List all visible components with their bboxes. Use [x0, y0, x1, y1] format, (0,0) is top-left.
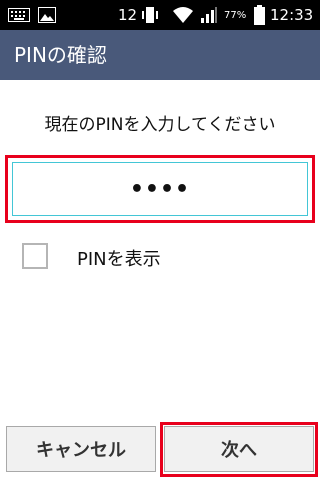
- next-button[interactable]: 次へ: [164, 426, 314, 472]
- signal-icon: [200, 0, 218, 30]
- pin-confirm-screen: 12 77% 12:33 PINの確認 現在のPINを入力してください ••••…: [0, 0, 320, 480]
- show-pin-checkbox[interactable]: [22, 243, 48, 269]
- image-icon: [38, 0, 56, 30]
- cancel-button[interactable]: キャンセル: [6, 426, 156, 472]
- pin-input[interactable]: ••••: [12, 162, 308, 216]
- pin-prompt: 現在のPINを入力してください: [44, 115, 276, 135]
- keyboard-icon: [8, 0, 30, 30]
- page-title: PINの確認: [14, 43, 107, 67]
- battery-icon: [254, 0, 265, 30]
- show-pin-label[interactable]: PINを表示: [77, 245, 161, 271]
- wifi-icon: [172, 0, 194, 30]
- pin-input-value: ••••: [129, 176, 191, 202]
- notification-count: 12: [118, 6, 138, 24]
- battery-percent: 77%: [224, 9, 247, 21]
- app-bar: PINの確認: [0, 30, 320, 80]
- status-bar: 12 77% 12:33: [0, 0, 320, 30]
- clock: 12:33: [270, 6, 314, 24]
- vibrate-icon: [140, 0, 160, 30]
